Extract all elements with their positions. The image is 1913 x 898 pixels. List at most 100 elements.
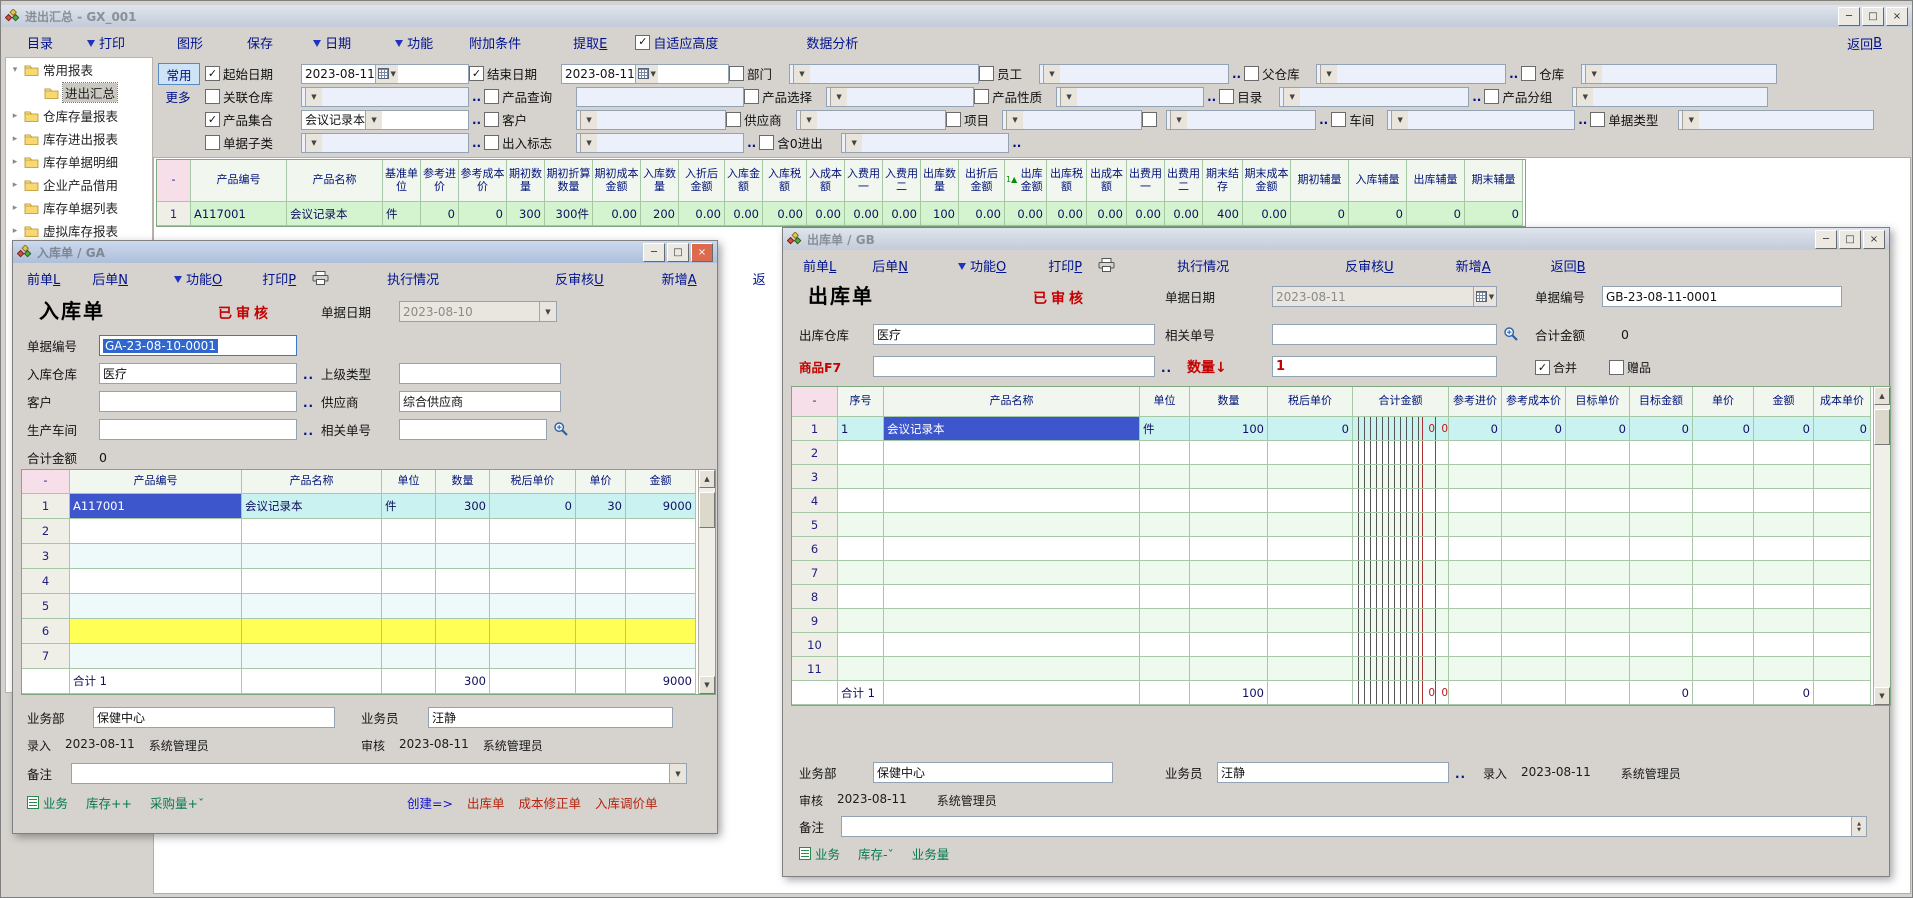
checkbox-unchecked[interactable] — [729, 66, 744, 81]
column-header[interactable]: 产品编号 — [70, 470, 242, 494]
checkbox-unchecked[interactable] — [726, 112, 741, 127]
cell[interactable] — [1140, 441, 1190, 465]
vertical-scrollbar[interactable]: ▲▼ — [1873, 387, 1890, 705]
cell[interactable] — [1502, 465, 1566, 489]
maximize-button[interactable]: □ — [667, 243, 689, 262]
row-number[interactable]: 5 — [22, 594, 70, 619]
cell[interactable] — [838, 585, 884, 609]
cell[interactable] — [1566, 657, 1630, 681]
cell[interactable] — [1754, 633, 1814, 657]
cell[interactable] — [1502, 561, 1566, 585]
column-header[interactable]: 入费用一 — [845, 160, 883, 202]
column-header[interactable]: 产品名称 — [884, 387, 1140, 417]
doc-no-field[interactable]: GB-23-08-11-0001 — [1602, 286, 1842, 307]
cell[interactable] — [626, 619, 696, 644]
ellipsis[interactable]: .. — [303, 396, 314, 410]
remark-field[interactable]: ▼ — [71, 763, 687, 784]
magnifier-icon[interactable] — [1503, 326, 1519, 345]
tree-expand-arrow[interactable]: ▸ — [10, 111, 20, 121]
row-number[interactable]: 1 — [157, 202, 191, 226]
toolbar-item-6[interactable]: 反审核U — [1345, 256, 1394, 275]
gb-titlebar[interactable]: 出库单 / GB ─ □ × — [783, 228, 1889, 250]
cell[interactable] — [1449, 513, 1502, 537]
column-header[interactable]: 期末结存 — [1203, 160, 1243, 202]
dropdown-button[interactable]: ▼ — [1391, 111, 1408, 129]
cell[interactable]: 0 — [1754, 417, 1814, 441]
cell[interactable] — [1814, 657, 1871, 681]
row-number[interactable]: 9 — [792, 609, 838, 633]
checkbox-unchecked[interactable] — [744, 89, 759, 104]
checkbox-unchecked[interactable] — [1590, 112, 1605, 127]
toolbar-item-6[interactable]: 反审核U — [555, 269, 604, 288]
sidebar-item-8[interactable]: ▸虚拟库存报表 — [6, 219, 152, 242]
row-number[interactable]: 2 — [22, 519, 70, 544]
cell[interactable] — [1754, 609, 1814, 633]
cell[interactable] — [1190, 585, 1268, 609]
cell[interactable] — [1502, 609, 1566, 633]
cell[interactable] — [242, 619, 382, 644]
sidebar-item-7[interactable]: ▸库存单据列表 — [6, 196, 152, 219]
row-number[interactable]: 5 — [792, 513, 838, 537]
column-header[interactable]: 数量 — [1190, 387, 1268, 417]
cell[interactable] — [1814, 585, 1871, 609]
cell[interactable] — [838, 465, 884, 489]
cell[interactable] — [1353, 561, 1449, 585]
cell[interactable] — [1814, 633, 1871, 657]
menu-item-2[interactable]: 打印 — [87, 33, 125, 52]
column-header[interactable]: 数量 — [436, 470, 490, 494]
cell[interactable] — [576, 644, 626, 669]
tree-expand-arrow[interactable]: ▸ — [10, 134, 20, 144]
column-header[interactable]: 税后单价 — [490, 470, 576, 494]
row-number[interactable]: 4 — [22, 569, 70, 594]
cell[interactable] — [1268, 633, 1353, 657]
cell[interactable] — [1268, 537, 1353, 561]
cell[interactable] — [436, 619, 490, 644]
filter-tab-2[interactable]: 更多 — [158, 86, 198, 106]
column-header[interactable]: 入库金额 — [725, 160, 763, 202]
cell[interactable]: 0 — [1465, 202, 1523, 226]
cell[interactable] — [884, 657, 1140, 681]
toolbar-item-3[interactable]: 功能O — [958, 256, 1006, 275]
related-no-field[interactable] — [1272, 324, 1497, 345]
checkbox-unchecked[interactable] — [205, 135, 220, 150]
cell[interactable] — [884, 489, 1140, 513]
dropdown-button[interactable]: ▼ — [580, 111, 597, 129]
cell[interactable]: 0.00 — [807, 202, 845, 226]
cell[interactable] — [382, 619, 436, 644]
cell[interactable] — [838, 513, 884, 537]
cell[interactable] — [490, 619, 576, 644]
toolbar-item-3[interactable]: 功能O — [174, 269, 222, 288]
scroll-track[interactable] — [699, 488, 715, 676]
cell[interactable] — [1630, 561, 1693, 585]
menu-item-6[interactable]: 功能 — [395, 33, 433, 52]
cell[interactable]: 300件 — [545, 202, 593, 226]
row-number[interactable]: 10 — [792, 633, 838, 657]
cell[interactable] — [838, 489, 884, 513]
printer-icon[interactable] — [1098, 258, 1115, 272]
close-button[interactable]: × — [1863, 230, 1885, 249]
cell[interactable] — [838, 657, 884, 681]
filter-field-产品查询[interactable] — [576, 87, 744, 107]
dropdown-button[interactable]: ▼ — [1283, 88, 1300, 106]
cell[interactable] — [884, 561, 1140, 585]
close-button[interactable]: × — [1886, 7, 1908, 26]
cell[interactable] — [1140, 633, 1190, 657]
cell[interactable] — [1353, 609, 1449, 633]
dropdown-button[interactable]: ▼ — [539, 302, 556, 321]
menu-item-9[interactable]: 自适应高度 — [635, 33, 718, 52]
column-header[interactable]: 税后单价 — [1268, 387, 1353, 417]
cell[interactable] — [1693, 657, 1754, 681]
toolbar-item-2[interactable]: 后单N — [92, 269, 128, 288]
cell[interactable] — [70, 644, 242, 669]
cell[interactable]: 30 — [576, 494, 626, 519]
filter-field-出入标志[interactable]: ▼ — [576, 133, 744, 153]
column-header[interactable]: 单位 — [382, 470, 436, 494]
cell[interactable] — [626, 644, 696, 669]
cell[interactable] — [70, 619, 242, 644]
link-2[interactable]: 库存++ — [86, 793, 132, 812]
warehouse-field[interactable]: 医疗 — [99, 363, 297, 384]
cell[interactable] — [576, 544, 626, 569]
cell[interactable]: 0 — [1349, 202, 1407, 226]
cell[interactable] — [382, 544, 436, 569]
row-number[interactable]: 11 — [792, 657, 838, 681]
